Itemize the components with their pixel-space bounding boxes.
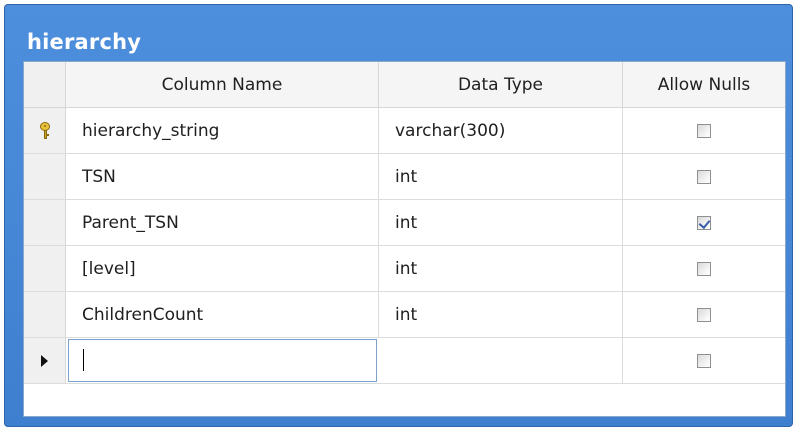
header-row-selector[interactable] — [24, 62, 66, 107]
allow-nulls-cell — [623, 154, 785, 199]
table-row[interactable]: [level] int — [24, 246, 785, 292]
column-name-cell[interactable]: ChildrenCount — [66, 292, 379, 337]
data-type-cell[interactable]: int — [379, 200, 623, 245]
new-column-name-input[interactable] — [68, 339, 377, 382]
allow-nulls-checkbox[interactable] — [697, 215, 711, 230]
data-type-cell[interactable]: varchar(300) — [379, 108, 623, 153]
table-designer-window: hierarchy Column Name Data Type Allow Nu… — [4, 4, 793, 427]
allow-nulls-checkbox[interactable] — [697, 169, 711, 184]
table-title[interactable]: hierarchy — [27, 30, 141, 54]
column-name-cell[interactable]: hierarchy_string — [66, 108, 379, 153]
data-type-cell[interactable]: int — [379, 292, 623, 337]
text-caret — [83, 349, 84, 371]
data-type-cell[interactable] — [379, 338, 623, 383]
allow-nulls-cell — [623, 338, 785, 383]
allow-nulls-checkbox[interactable] — [697, 261, 711, 276]
key-icon — [38, 121, 52, 140]
data-type-cell[interactable]: int — [379, 246, 623, 291]
column-name-cell[interactable]: [level] — [66, 246, 379, 291]
allow-nulls-cell — [623, 292, 785, 337]
row-selector[interactable] — [24, 200, 66, 245]
allow-nulls-cell — [623, 108, 785, 153]
row-selector[interactable] — [24, 108, 66, 153]
column-name-cell[interactable]: TSN — [66, 154, 379, 199]
allow-nulls-cell — [623, 246, 785, 291]
header-data-type[interactable]: Data Type — [379, 62, 623, 107]
new-column-row[interactable] — [24, 338, 785, 384]
row-selector[interactable] — [24, 246, 66, 291]
table-row[interactable]: Parent_TSN int — [24, 200, 785, 246]
header-column-name[interactable]: Column Name — [66, 62, 379, 107]
table-row[interactable]: TSN int — [24, 154, 785, 200]
column-name-cell[interactable]: Parent_TSN — [66, 200, 379, 245]
allow-nulls-cell — [623, 200, 785, 245]
allow-nulls-checkbox[interactable] — [697, 123, 711, 138]
table-row[interactable]: ChildrenCount int — [24, 292, 785, 338]
data-type-cell[interactable]: int — [379, 154, 623, 199]
row-selector[interactable] — [24, 338, 66, 383]
row-selector[interactable] — [24, 292, 66, 337]
allow-nulls-checkbox[interactable] — [697, 353, 711, 368]
column-grid: Column Name Data Type Allow Nulls hierar… — [23, 61, 786, 417]
row-arrow-icon — [41, 354, 48, 367]
row-selector[interactable] — [24, 154, 66, 199]
grid-header: Column Name Data Type Allow Nulls — [24, 62, 785, 108]
table-row[interactable]: hierarchy_string varchar(300) — [24, 108, 785, 154]
allow-nulls-checkbox[interactable] — [697, 307, 711, 322]
header-allow-nulls[interactable]: Allow Nulls — [623, 62, 785, 107]
